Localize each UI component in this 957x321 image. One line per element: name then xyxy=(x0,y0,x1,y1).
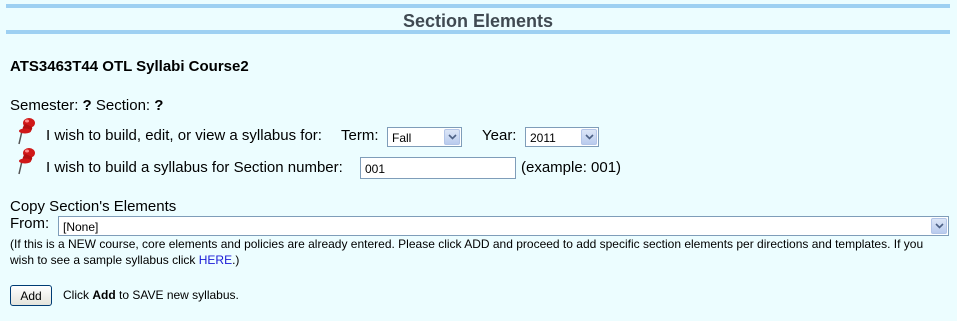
section-value: ? xyxy=(154,97,164,114)
add-hint-suffix: to SAVE new syllabus. xyxy=(119,288,239,302)
chevron-down-icon[interactable] xyxy=(581,129,597,145)
section-header: Section Elements xyxy=(6,4,950,34)
pushpin-icon xyxy=(16,117,38,145)
help-text-body: (If this is a NEW course, core elements … xyxy=(10,237,924,267)
from-label: From: xyxy=(10,215,50,232)
chevron-down-icon[interactable] xyxy=(931,218,947,234)
course-title: ATS3463T44 OTL Syllabi Course2 xyxy=(10,58,249,75)
semester-label: Semester: xyxy=(10,97,79,114)
semester-line: Semester: ? Section: ? xyxy=(10,97,163,114)
term-select[interactable]: Fall xyxy=(387,127,462,147)
section-example-text: (example: 001) xyxy=(521,159,622,176)
semester-value: ? xyxy=(82,97,92,114)
pushpin-icon xyxy=(16,147,38,175)
chevron-down-icon[interactable] xyxy=(444,129,460,145)
copy-from-select[interactable]: [None] xyxy=(58,216,949,236)
copy-heading: Copy Section's Elements xyxy=(10,198,177,215)
build-row-text: I wish to build, edit, or view a syllabu… xyxy=(46,127,322,144)
page-title: Section Elements xyxy=(402,11,554,31)
add-hint-prefix: Click xyxy=(63,288,89,302)
section-label: Section: xyxy=(95,97,151,114)
section-row-text: I wish to build a syllabus for Section n… xyxy=(46,159,343,176)
section-number-input[interactable]: 001 xyxy=(360,157,516,179)
term-select-value: Fall xyxy=(392,131,412,145)
help-text-end: .) xyxy=(232,253,240,267)
add-hint-bold: Add xyxy=(92,288,116,302)
section-number-value: 001 xyxy=(365,162,386,176)
year-select[interactable]: 2011 xyxy=(525,127,599,147)
sample-syllabus-link[interactable]: HERE xyxy=(199,253,232,267)
copy-from-value: [None] xyxy=(63,220,99,234)
year-label: Year: xyxy=(482,127,517,144)
add-button[interactable]: Add xyxy=(10,285,52,306)
term-label: Term: xyxy=(341,127,379,144)
help-text: (If this is a NEW course, core elements … xyxy=(10,236,930,268)
year-select-value: 2011 xyxy=(530,131,556,145)
add-hint: Click Add to SAVE new syllabus. xyxy=(63,288,239,302)
